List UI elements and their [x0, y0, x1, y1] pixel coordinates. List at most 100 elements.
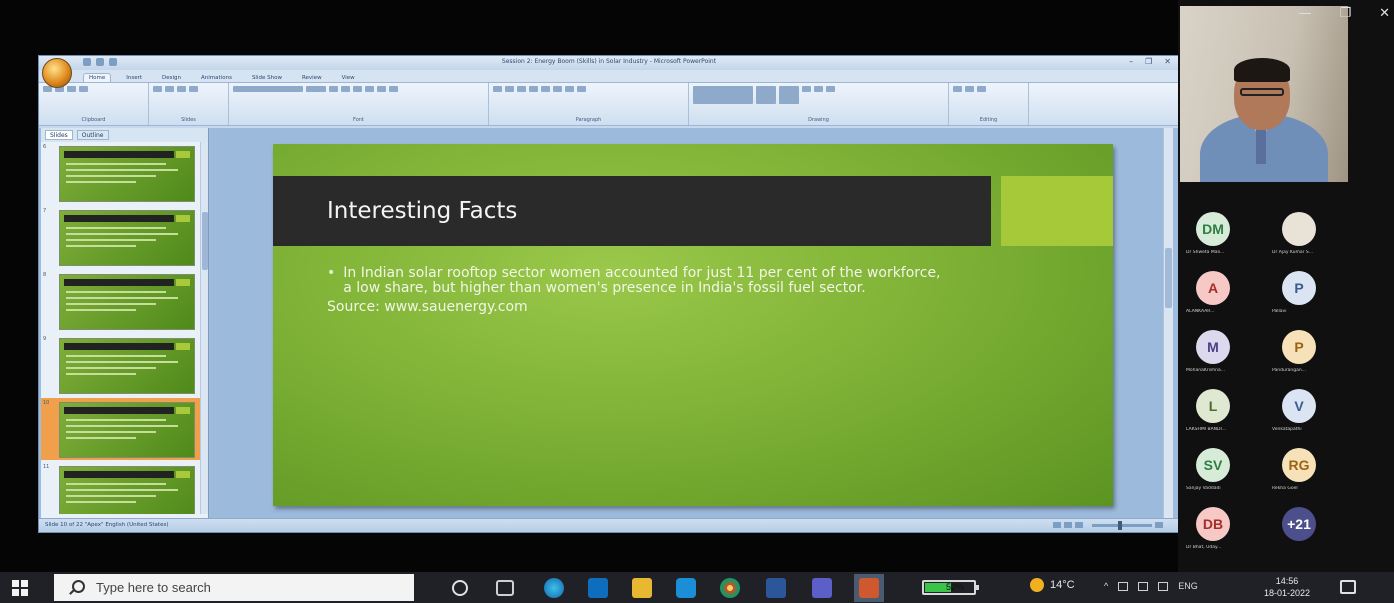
normal-view-icon[interactable] — [1053, 522, 1061, 528]
new-slide-icon[interactable] — [153, 86, 162, 92]
indent-icon[interactable] — [517, 86, 526, 92]
shape-fill-icon[interactable] — [802, 86, 811, 92]
pane-scrollbar[interactable] — [200, 142, 208, 514]
select-icon[interactable] — [977, 86, 986, 92]
edge-icon[interactable] — [544, 578, 564, 598]
slide-thumbnail[interactable]: 8 — [41, 270, 201, 332]
font-size-select[interactable] — [306, 86, 326, 92]
language-indicator[interactable]: ENG — [1178, 581, 1198, 591]
battery-tray-icon[interactable] — [1118, 581, 1129, 591]
participant-tile[interactable]: M MohanaKrishna... — [1186, 330, 1276, 388]
slide-title[interactable]: Interesting Facts — [327, 198, 517, 224]
slide-body[interactable]: • In Indian solar rooftop sector women a… — [327, 266, 947, 315]
replace-icon[interactable] — [965, 86, 974, 92]
tab-design[interactable]: Design — [157, 74, 186, 82]
taskbar-search[interactable]: Type here to search — [54, 574, 414, 601]
tab-insert[interactable]: Insert — [121, 74, 147, 82]
shadow-icon[interactable] — [377, 86, 386, 92]
task-view-icon[interactable] — [496, 580, 514, 596]
participant-avatar: DM — [1196, 212, 1230, 246]
participant-tile[interactable]: L LAKSHMI BANDI... — [1186, 389, 1276, 447]
scrollbar-thumb[interactable] — [1165, 248, 1172, 308]
delete-icon[interactable] — [189, 86, 198, 92]
network-icon[interactable] — [1138, 581, 1149, 591]
shapes-gallery[interactable] — [693, 86, 753, 104]
maximize-icon[interactable]: ❐ — [1145, 57, 1152, 66]
layout-icon[interactable] — [165, 86, 174, 92]
participant-tile[interactable]: Dr Ajay Kumar S... — [1272, 212, 1362, 270]
text-direction-icon[interactable] — [577, 86, 586, 92]
format-painter-icon[interactable] — [79, 86, 88, 92]
windows-start-icon[interactable] — [12, 580, 28, 596]
fit-window-icon[interactable] — [1155, 522, 1163, 528]
chevron-up-icon[interactable]: ^ — [1104, 581, 1108, 591]
tab-slides[interactable]: Slides — [45, 130, 73, 140]
tab-view[interactable]: View — [337, 74, 360, 82]
participant-tile[interactable]: SV Sanjay Vaddadi — [1186, 448, 1276, 506]
chrome-icon[interactable] — [720, 578, 740, 598]
reset-icon[interactable] — [177, 86, 186, 92]
powerpoint-taskbar-button[interactable] — [854, 574, 884, 602]
clock[interactable]: 14:56 18-01-2022 — [1262, 575, 1312, 599]
shape-effects-icon[interactable] — [826, 86, 835, 92]
participant-tile[interactable]: +21 — [1272, 507, 1362, 565]
cortana-icon[interactable] — [452, 580, 468, 596]
tab-outline[interactable]: Outline — [76, 130, 109, 140]
participant-tile[interactable]: A ALANKAAR... — [1186, 271, 1276, 329]
notification-icon[interactable] — [1340, 580, 1356, 594]
bold-icon[interactable] — [329, 86, 338, 92]
scrollbar-thumb[interactable] — [202, 212, 208, 270]
participant-tile[interactable]: P Pandurangan... — [1272, 330, 1362, 388]
align-right-icon[interactable] — [553, 86, 562, 92]
teams-icon[interactable] — [812, 578, 832, 598]
slide-thumbnail[interactable]: 10 — [41, 398, 201, 460]
weather-widget[interactable]: 14°C — [1030, 578, 1075, 592]
office-button[interactable] — [42, 58, 72, 88]
close-icon[interactable]: ✕ — [1379, 6, 1390, 21]
word-icon[interactable] — [766, 578, 786, 598]
align-center-icon[interactable] — [541, 86, 550, 92]
editor-scrollbar[interactable] — [1163, 128, 1173, 520]
tab-animations[interactable]: Animations — [196, 74, 237, 82]
slide-sorter-icon[interactable] — [1064, 522, 1072, 528]
zoom-slider[interactable] — [1092, 520, 1152, 530]
current-slide[interactable]: Interesting Facts • In Indian solar roof… — [273, 144, 1113, 506]
tab-slide-show[interactable]: Slide Show — [247, 74, 287, 82]
participant-tile[interactable]: P Pallavi — [1272, 271, 1362, 329]
participant-tile[interactable]: RG Rekha Goel — [1272, 448, 1362, 506]
arrange-icon[interactable] — [756, 86, 776, 104]
file-explorer-icon[interactable] — [632, 578, 652, 598]
underline-icon[interactable] — [353, 86, 362, 92]
participant-tile[interactable]: V Venkatapathi — [1272, 389, 1362, 447]
slideshow-icon[interactable] — [1075, 522, 1083, 528]
shape-outline-icon[interactable] — [814, 86, 823, 92]
participant-tile[interactable]: DB Dr Bhat, Uday... — [1186, 507, 1276, 565]
mail-icon[interactable] — [676, 578, 696, 598]
slide-thumbnail[interactable]: 7 — [41, 206, 201, 268]
ppt-window-controls: – ❐ ✕ — [1129, 57, 1171, 66]
align-left-icon[interactable] — [529, 86, 538, 92]
copy-icon[interactable] — [67, 86, 76, 92]
restore-icon[interactable]: ❐ — [1339, 6, 1351, 21]
close-icon[interactable]: ✕ — [1164, 57, 1171, 66]
numbering-icon[interactable] — [505, 86, 514, 92]
volume-icon[interactable] — [1158, 581, 1169, 591]
font-color-icon[interactable] — [389, 86, 398, 92]
slide-thumbnail[interactable]: 11 — [41, 462, 201, 514]
quick-styles-icon[interactable] — [779, 86, 799, 104]
strikethrough-icon[interactable] — [365, 86, 374, 92]
tab-review[interactable]: Review — [297, 74, 327, 82]
store-icon[interactable] — [588, 578, 608, 598]
slide-thumbnail[interactable]: 9 — [41, 334, 201, 396]
justify-icon[interactable] — [565, 86, 574, 92]
font-name-select[interactable] — [233, 86, 303, 92]
bullets-icon[interactable] — [493, 86, 502, 92]
italic-icon[interactable] — [341, 86, 350, 92]
slide-thumbnail[interactable]: 6 — [41, 142, 201, 204]
battery-indicator[interactable]: 52% — [922, 580, 979, 595]
minimize-icon[interactable]: – — [1129, 57, 1133, 66]
participant-tile[interactable]: DM Dr Shweta Mali... — [1186, 212, 1276, 270]
find-icon[interactable] — [953, 86, 962, 92]
minimize-icon[interactable]: — — [1298, 6, 1311, 21]
tab-home[interactable]: Home — [83, 73, 112, 82]
